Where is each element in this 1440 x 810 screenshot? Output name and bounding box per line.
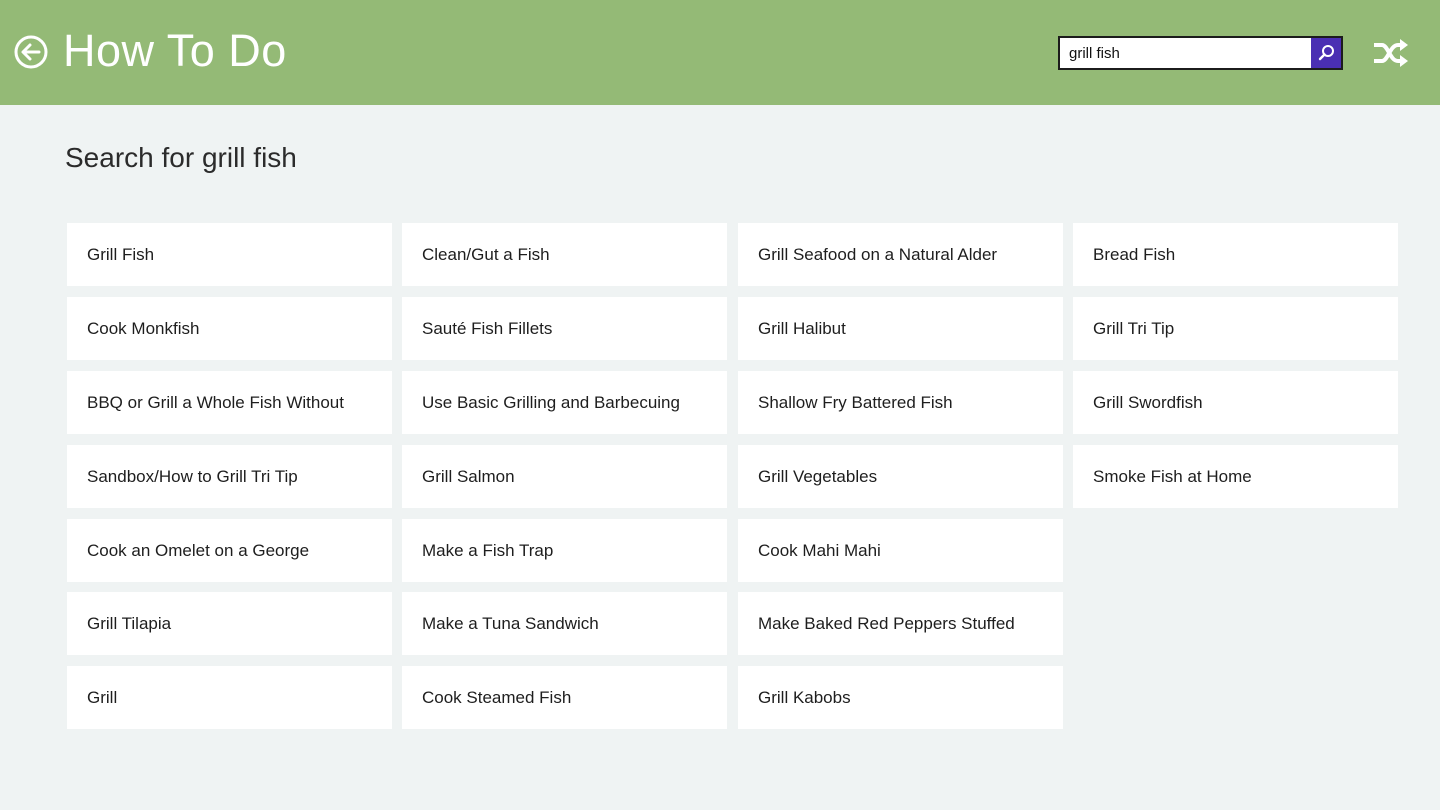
- result-tile[interactable]: Use Basic Grilling and Barbecuing: [402, 371, 727, 434]
- result-tile[interactable]: Grill Halibut: [738, 297, 1063, 360]
- search-results-heading: Search for grill fish: [65, 142, 297, 173]
- result-tile[interactable]: Grill Tilapia: [67, 592, 392, 655]
- result-tile[interactable]: Cook Mahi Mahi: [738, 519, 1063, 582]
- search-button[interactable]: [1311, 38, 1341, 68]
- result-tile[interactable]: Make Baked Red Peppers Stuffed: [738, 592, 1063, 655]
- result-tile[interactable]: Grill Swordfish: [1073, 371, 1398, 434]
- result-tile[interactable]: Grill Vegetables: [738, 445, 1063, 508]
- result-tile[interactable]: Grill Kabobs: [738, 666, 1063, 729]
- result-tile[interactable]: Sauté Fish Fillets: [402, 297, 727, 360]
- result-tile[interactable]: Clean/Gut a Fish: [402, 223, 727, 286]
- result-tile[interactable]: Grill Salmon: [402, 445, 727, 508]
- result-tile[interactable]: Make a Fish Trap: [402, 519, 727, 582]
- search-box: [1058, 36, 1343, 70]
- search-icon: [1318, 45, 1334, 61]
- result-tile[interactable]: Shallow Fry Battered Fish: [738, 371, 1063, 434]
- app-title: How To Do: [63, 25, 287, 76]
- shuffle-button[interactable]: [1372, 36, 1410, 70]
- results-grid: Grill Fish Cook Monkfish BBQ or Grill a …: [67, 223, 1399, 733]
- result-tile[interactable]: BBQ or Grill a Whole Fish Without: [67, 371, 392, 434]
- result-tile[interactable]: Grill: [67, 666, 392, 729]
- shuffle-icon: [1374, 39, 1408, 67]
- result-tile[interactable]: Cook an Omelet on a George: [67, 519, 392, 582]
- result-tile[interactable]: Cook Monkfish: [67, 297, 392, 360]
- back-arrow-circle-icon: [14, 35, 48, 69]
- result-tile[interactable]: Grill Tri Tip: [1073, 297, 1398, 360]
- back-button[interactable]: [14, 35, 48, 69]
- result-tile[interactable]: Sandbox/How to Grill Tri Tip: [67, 445, 392, 508]
- result-tile[interactable]: Grill Fish: [67, 223, 392, 286]
- app-header: How To Do: [0, 0, 1440, 105]
- result-tile[interactable]: Bread Fish: [1073, 223, 1398, 286]
- result-tile[interactable]: Grill Seafood on a Natural Alder: [738, 223, 1063, 286]
- result-tile[interactable]: Cook Steamed Fish: [402, 666, 727, 729]
- result-tile[interactable]: Smoke Fish at Home: [1073, 445, 1398, 508]
- search-input[interactable]: [1060, 38, 1310, 68]
- result-tile[interactable]: Make a Tuna Sandwich: [402, 592, 727, 655]
